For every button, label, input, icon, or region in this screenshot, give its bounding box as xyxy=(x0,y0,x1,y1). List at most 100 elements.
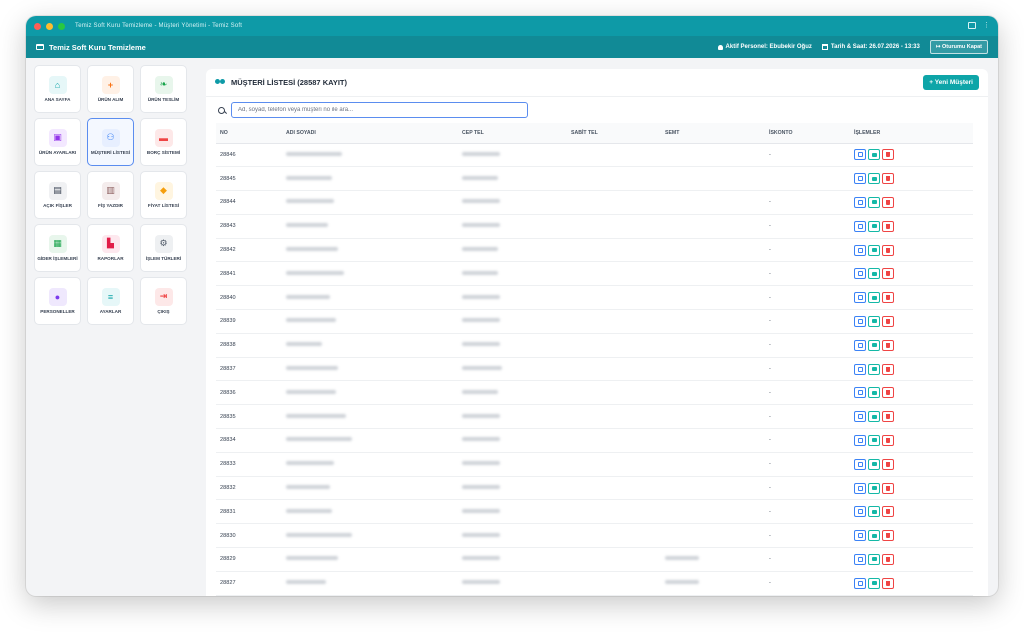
edit-button[interactable] xyxy=(854,411,866,423)
sidebar-item-file[interactable]: ▤ AÇIK FİŞLER xyxy=(34,171,81,219)
view-button[interactable] xyxy=(868,530,880,542)
sidebar-item-money[interactable]: ▦ GİDER İŞLEMLERİ xyxy=(34,224,81,272)
sidebar-item-user[interactable]: ● PERSONELLER xyxy=(34,277,81,325)
more-vertical-icon[interactable]: ⋮ xyxy=(983,21,990,29)
delete-button[interactable] xyxy=(882,363,894,375)
edit-button[interactable] xyxy=(854,173,866,185)
edit-button[interactable] xyxy=(854,244,866,256)
view-button[interactable] xyxy=(868,315,880,327)
table-row[interactable]: 28838 - xyxy=(216,333,973,358)
sidebar-item-plus-circle[interactable]: + ÜRÜN ALIM xyxy=(87,65,134,113)
edit-button[interactable] xyxy=(854,196,866,208)
table-row[interactable]: 28841 - xyxy=(216,261,973,287)
edit-button[interactable] xyxy=(854,553,866,565)
sidebar-item-wallet[interactable]: ▬ BORÇ SİSTEMİ xyxy=(140,118,187,166)
column-header[interactable]: İSKONTO xyxy=(765,123,850,144)
sidebar-item-cogs[interactable]: ⚙ İŞLEM TÜRLERİ xyxy=(140,224,187,272)
delete-button[interactable] xyxy=(882,577,894,589)
table-row[interactable]: 28842 - xyxy=(216,238,973,263)
new-customer-button[interactable]: + Yeni Müşteri xyxy=(923,75,979,90)
delete-button[interactable] xyxy=(882,458,894,470)
sidebar-item-barcode[interactable]: ▥ FİŞ YAZDIR xyxy=(87,171,134,219)
maximize-window-button[interactable] xyxy=(58,22,65,30)
table-row[interactable]: 28839 - xyxy=(216,309,973,334)
edit-button[interactable] xyxy=(854,387,866,399)
sidebar-item-home[interactable]: ⌂ ANA SAYFA xyxy=(34,65,81,113)
column-header[interactable]: CEP TEL xyxy=(458,123,567,144)
sidebar-item-logout[interactable]: ⇥ ÇIKIŞ xyxy=(140,277,187,325)
view-button[interactable] xyxy=(868,220,880,232)
minimize-window-button[interactable] xyxy=(46,22,53,30)
table-row[interactable]: 28835 - xyxy=(216,404,973,430)
table-row[interactable]: 28829 - xyxy=(216,547,973,572)
view-button[interactable] xyxy=(868,196,880,208)
edit-button[interactable] xyxy=(854,434,866,446)
delete-button[interactable] xyxy=(882,292,894,304)
view-button[interactable] xyxy=(868,292,880,304)
delete-button[interactable] xyxy=(882,411,894,423)
table-row[interactable]: 28837 - xyxy=(216,357,973,382)
view-button[interactable] xyxy=(868,577,880,589)
column-header[interactable]: ADI SOYADI xyxy=(282,123,458,144)
column-header[interactable]: SABİT TEL xyxy=(567,123,661,144)
view-button[interactable] xyxy=(868,339,880,351)
sidebar-item-box[interactable]: ▣ ÜRÜN AYARLARI xyxy=(34,118,81,166)
delete-button[interactable] xyxy=(882,268,894,280)
table-row[interactable]: 28833 - xyxy=(216,452,973,477)
delete-button[interactable] xyxy=(882,315,894,327)
table-row[interactable]: 28827 - xyxy=(216,571,973,596)
table-row[interactable]: 28831 - xyxy=(216,499,973,525)
edit-button[interactable] xyxy=(854,339,866,351)
delete-button[interactable] xyxy=(882,339,894,351)
view-button[interactable] xyxy=(868,411,880,423)
view-button[interactable] xyxy=(868,482,880,494)
table-row[interactable]: 28843 - xyxy=(216,214,973,239)
sidebar-item-users[interactable]: ⚇ MÜŞTERİ LİSTESİ xyxy=(87,118,134,166)
table-row[interactable]: 28845 xyxy=(216,166,973,192)
delete-button[interactable] xyxy=(882,196,894,208)
search-input[interactable] xyxy=(231,102,528,118)
view-button[interactable] xyxy=(868,173,880,185)
edit-button[interactable] xyxy=(854,268,866,280)
edit-button[interactable] xyxy=(854,530,866,542)
sidebar-item-tag[interactable]: ◆ FİYAT LİSTESİ xyxy=(140,171,187,219)
view-button[interactable] xyxy=(868,506,880,518)
restore-icon[interactable] xyxy=(968,22,976,29)
table-row[interactable]: 28844 - xyxy=(216,190,973,215)
view-button[interactable] xyxy=(868,387,880,399)
delete-button[interactable] xyxy=(882,434,894,446)
view-button[interactable] xyxy=(868,458,880,470)
sidebar-item-chart[interactable]: ▙ RAPORLAR xyxy=(87,224,134,272)
delete-button[interactable] xyxy=(882,553,894,565)
column-header[interactable]: İŞLEMLER xyxy=(850,123,973,144)
sidebar-item-leaf[interactable]: ❧ ÜRÜN TESLİM xyxy=(140,65,187,113)
logout-button[interactable]: ↦ Oturumu Kapat xyxy=(929,40,988,54)
table-row[interactable]: 28836 - xyxy=(216,380,973,406)
view-button[interactable] xyxy=(868,244,880,256)
edit-button[interactable] xyxy=(854,458,866,470)
delete-button[interactable] xyxy=(882,387,894,399)
delete-button[interactable] xyxy=(882,173,894,185)
table-row[interactable]: 28846 - xyxy=(216,143,973,168)
column-header[interactable]: NO xyxy=(216,123,282,144)
view-button[interactable] xyxy=(868,553,880,565)
sidebar-item-sliders[interactable]: ≡ AYARLAR xyxy=(87,277,134,325)
edit-button[interactable] xyxy=(854,363,866,375)
delete-button[interactable] xyxy=(882,482,894,494)
delete-button[interactable] xyxy=(882,220,894,232)
delete-button[interactable] xyxy=(882,506,894,518)
edit-button[interactable] xyxy=(854,220,866,232)
table-row[interactable]: 28832 - xyxy=(216,476,973,501)
table-row[interactable]: 28840 - xyxy=(216,285,973,311)
table-row[interactable]: 28830 - xyxy=(216,523,973,549)
edit-button[interactable] xyxy=(854,482,866,494)
view-button[interactable] xyxy=(868,363,880,375)
edit-button[interactable] xyxy=(854,315,866,327)
column-header[interactable]: SEMT xyxy=(661,123,765,144)
view-button[interactable] xyxy=(868,149,880,161)
delete-button[interactable] xyxy=(882,530,894,542)
edit-button[interactable] xyxy=(854,149,866,161)
close-window-button[interactable] xyxy=(34,22,41,30)
table-row[interactable]: 28834 - xyxy=(216,428,973,453)
edit-button[interactable] xyxy=(854,577,866,589)
